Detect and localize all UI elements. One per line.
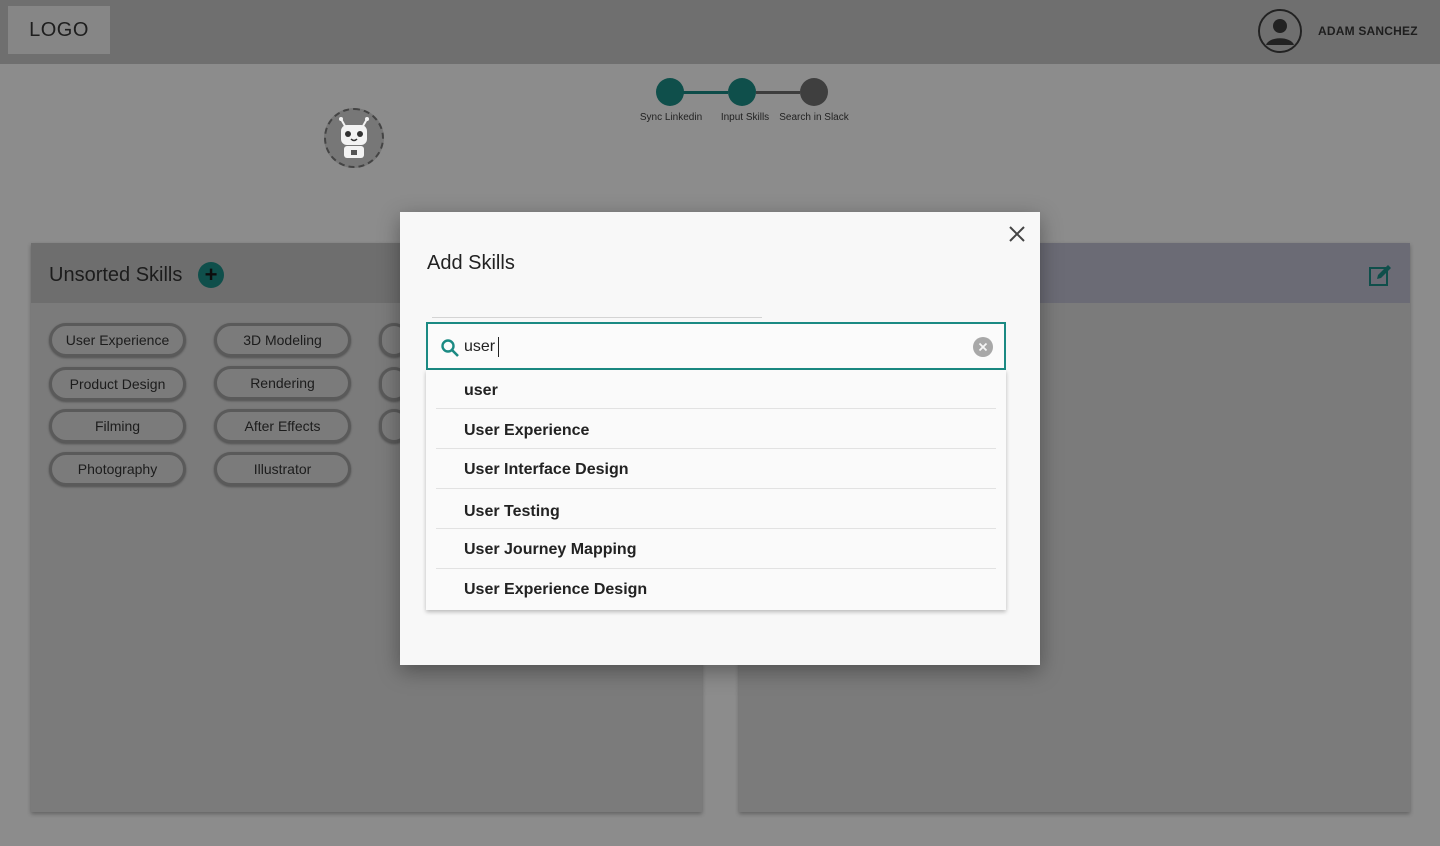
user-name[interactable]: ADAM SANCHEZ — [1318, 24, 1418, 38]
suggestion-option[interactable]: User Testing — [426, 489, 1006, 529]
suggestion-option[interactable]: User Experience Design — [426, 569, 1006, 609]
logo[interactable]: LOGO — [8, 6, 110, 54]
suggestion-option[interactable]: User Journey Mapping — [426, 529, 1006, 569]
divider — [432, 317, 762, 318]
step-label: Sync Linkedin — [639, 112, 703, 123]
text-caret — [498, 337, 499, 357]
skill-chip[interactable]: Filming — [49, 409, 186, 443]
step-dot-search-slack — [800, 78, 828, 106]
step-dot-sync-linkedin — [656, 78, 684, 106]
suggestion-label: User Testing — [464, 503, 560, 520]
clear-icon[interactable] — [973, 337, 993, 357]
suggestion-label: user — [464, 382, 498, 399]
search-icon — [440, 338, 460, 358]
suggestion-label: User Journey Mapping — [464, 541, 637, 558]
skill-chip[interactable]: Product Design — [49, 367, 186, 401]
panel-title: Unsorted Skills — [49, 264, 183, 286]
add-skills-dialog: Add Skills user User Experience User In — [400, 212, 1040, 665]
skill-chip[interactable]: After Effects — [214, 409, 351, 443]
skill-chip[interactable]: Rendering — [214, 366, 351, 400]
suggestion-label: User Interface Design — [464, 461, 629, 478]
edit-icon[interactable] — [1368, 264, 1392, 288]
skill-chip[interactable]: User Experience — [49, 323, 186, 357]
bot-mascot-icon — [324, 108, 384, 168]
suggestion-label: User Experience — [464, 422, 590, 439]
step-label: Input Skills — [720, 112, 770, 123]
close-icon[interactable] — [1005, 222, 1029, 246]
suggestion-option[interactable]: User Experience — [426, 409, 1006, 449]
top-bar: LOGO ADAM SANCHEZ — [0, 0, 1440, 64]
skill-chip[interactable]: Illustrator — [214, 452, 351, 486]
suggestion-label: User Experience Design — [464, 581, 648, 598]
step-dot-input-skills — [728, 78, 756, 106]
skill-chip[interactable]: Photography — [49, 452, 186, 486]
skill-search-field[interactable] — [426, 322, 1006, 370]
user-avatar-icon[interactable] — [1258, 9, 1302, 53]
skill-search-input[interactable] — [464, 336, 944, 358]
dialog-title: Add Skills — [427, 252, 515, 274]
skill-chip[interactable]: 3D Modeling — [214, 323, 351, 357]
suggestion-dropdown: user User Experience User Interface Desi… — [426, 370, 1006, 610]
suggestion-option[interactable]: user — [426, 370, 1006, 410]
progress-stepper: Sync Linkedin Input Skills Search in Sla… — [640, 78, 860, 128]
step-connector — [756, 91, 800, 94]
step-label: Search in Slack — [779, 112, 849, 123]
suggestion-option[interactable]: User Interface Design — [426, 449, 1006, 489]
add-skill-button[interactable]: + — [198, 262, 224, 288]
